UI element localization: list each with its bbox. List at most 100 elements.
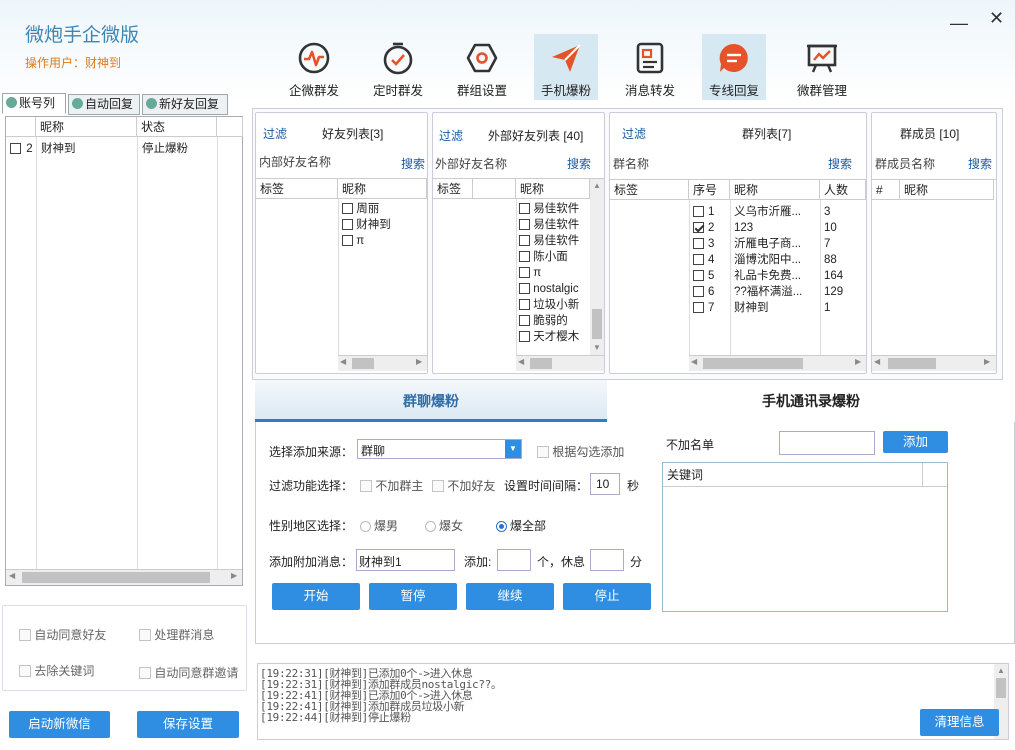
female-radio[interactable]: 爆女: [425, 517, 463, 534]
member-col-hash[interactable]: #: [872, 180, 900, 200]
friend-col-name[interactable]: 昵称: [338, 179, 427, 199]
interval-input[interactable]: 10: [590, 473, 620, 495]
handle-group-msg-option[interactable]: 处理群消息: [139, 626, 214, 643]
item-checkbox[interactable]: [342, 203, 353, 214]
row-checkbox[interactable]: [10, 143, 21, 154]
table-row[interactable]: 5 礼品卡免费... 164: [693, 268, 865, 284]
rest-minutes-input[interactable]: [590, 549, 624, 571]
scrollbar-thumb[interactable]: [22, 572, 210, 583]
table-row[interactable]: 2 财神到 停止爆粉: [10, 141, 240, 157]
item-checkbox[interactable]: [519, 251, 530, 262]
resume-button[interactable]: 继续: [466, 583, 554, 610]
all-radio[interactable]: 爆全部: [496, 517, 546, 534]
item-checkbox[interactable]: [519, 315, 530, 326]
auto-accept-group-invite-option[interactable]: 自动同意群邀请: [139, 664, 238, 681]
member-search-link[interactable]: 搜索: [968, 155, 992, 172]
no-owner-option[interactable]: 不加群主: [360, 477, 423, 494]
list-item[interactable]: 易佳软件: [519, 233, 589, 249]
scrollbar-thumb[interactable]: [592, 309, 602, 339]
table-header-status[interactable]: 状态: [137, 117, 217, 137]
group-col-count[interactable]: 人数: [820, 180, 866, 200]
list-item[interactable]: 陈小面: [519, 249, 589, 265]
remove-keyword-option[interactable]: 去除关键词: [19, 662, 94, 679]
add-count-input[interactable]: [497, 549, 531, 571]
tab-account-list[interactable]: 账号列: [2, 93, 66, 114]
external-col-tag[interactable]: 标签: [433, 179, 473, 199]
radio[interactable]: [425, 521, 436, 532]
checkbox[interactable]: [19, 665, 31, 677]
table-row[interactable]: 1 义乌市沂雁... 3: [693, 204, 865, 220]
checkbox[interactable]: [19, 629, 31, 641]
item-checkbox[interactable]: [342, 219, 353, 230]
clear-log-button[interactable]: 清理信息: [920, 709, 999, 736]
item-checkbox[interactable]: [519, 267, 530, 278]
item-checkbox[interactable]: [519, 331, 530, 342]
table-row[interactable]: 3 沂雁电子商... 7: [693, 236, 865, 252]
tool-message-forward[interactable]: 消息转发: [618, 34, 682, 100]
row-checkbox[interactable]: [693, 238, 704, 249]
list-item[interactable]: nostalgic: [519, 281, 589, 297]
tab-group-boost[interactable]: 群聊爆粉: [255, 380, 607, 422]
checkbox[interactable]: [537, 446, 549, 458]
tool-dedicated-reply[interactable]: 专线回复: [702, 34, 766, 100]
by-checked-option[interactable]: 根据勾选添加: [537, 443, 624, 460]
start-button[interactable]: 开始: [272, 583, 360, 610]
group-search-link[interactable]: 搜索: [828, 155, 852, 172]
group-col-name[interactable]: 昵称: [730, 180, 820, 200]
table-header-nickname[interactable]: 昵称: [36, 117, 137, 137]
stop-button[interactable]: 停止: [563, 583, 651, 610]
horizontal-scrollbar[interactable]: ◀ ▶: [872, 355, 996, 371]
horizontal-scrollbar[interactable]: ◀ ▶: [338, 355, 427, 371]
tool-group-settings[interactable]: 群组设置: [450, 34, 514, 100]
table-row[interactable]: 7 财神到 1: [693, 300, 865, 316]
row-checkbox[interactable]: [693, 254, 704, 265]
row-checkbox[interactable]: [693, 270, 704, 281]
item-checkbox[interactable]: [519, 235, 530, 246]
scrollbar-thumb[interactable]: [996, 678, 1006, 698]
horizontal-scrollbar[interactable]: ◀ ▶: [6, 569, 242, 585]
list-item[interactable]: 易佳软件: [519, 217, 589, 233]
scrollbar-thumb[interactable]: [352, 358, 374, 369]
keyword-header[interactable]: 关键词: [663, 463, 923, 487]
extra-msg-input[interactable]: 财神到1: [356, 549, 455, 571]
pause-button[interactable]: 暂停: [369, 583, 457, 610]
no-friend-option[interactable]: 不加好友: [432, 477, 495, 494]
item-checkbox[interactable]: [519, 219, 530, 230]
row-checkbox[interactable]: [693, 206, 704, 217]
member-col-name[interactable]: 昵称: [900, 180, 994, 200]
checkbox[interactable]: [139, 629, 151, 641]
table-row[interactable]: 4 淄博沈阳中... 88: [693, 252, 865, 268]
tool-phone-boost[interactable]: 手机爆粉: [534, 34, 598, 100]
source-select[interactable]: 群聊 ▼: [357, 439, 522, 459]
tool-scheduled-send[interactable]: 定时群发: [366, 34, 430, 100]
tool-group-send[interactable]: 企微群发: [282, 34, 346, 100]
friend-col-tag[interactable]: 标签: [256, 179, 338, 199]
friend-filter-link[interactable]: 过滤: [263, 125, 287, 142]
friend-search-link[interactable]: 搜索: [401, 155, 425, 172]
row-checkbox[interactable]: [693, 222, 704, 233]
table-row[interactable]: 2 123 10: [693, 220, 865, 236]
tab-contacts-boost[interactable]: 手机通讯录爆粉: [607, 380, 1015, 422]
scrollbar-thumb[interactable]: [530, 358, 552, 369]
list-item[interactable]: 天才樱木: [519, 329, 589, 345]
exclude-input[interactable]: [779, 431, 875, 455]
row-checkbox[interactable]: [693, 302, 704, 313]
checkbox[interactable]: [432, 480, 444, 492]
launch-wechat-button[interactable]: 启动新微信: [9, 711, 110, 738]
radio[interactable]: [360, 521, 371, 532]
auto-accept-friend-option[interactable]: 自动同意好友: [19, 626, 106, 643]
list-item[interactable]: 垃圾小新: [519, 297, 589, 313]
table-row[interactable]: 6 ??福杯满溢... 129: [693, 284, 865, 300]
scrollbar-thumb[interactable]: [703, 358, 803, 369]
exclude-add-button[interactable]: 添加: [883, 431, 948, 453]
item-checkbox[interactable]: [519, 299, 530, 310]
tab-auto-reply[interactable]: 自动回复: [68, 94, 140, 115]
external-col-name[interactable]: 昵称: [516, 179, 590, 199]
horizontal-scrollbar[interactable]: ◀ ▶: [689, 355, 866, 371]
chevron-down-icon[interactable]: ▼: [505, 440, 521, 458]
checkbox[interactable]: [139, 667, 151, 679]
tool-micro-group-manage[interactable]: 微群管理: [790, 34, 854, 100]
vertical-scrollbar[interactable]: ▲ ▼: [590, 179, 604, 355]
external-filter-link[interactable]: 过滤: [439, 127, 463, 144]
scrollbar-thumb[interactable]: [888, 358, 936, 369]
